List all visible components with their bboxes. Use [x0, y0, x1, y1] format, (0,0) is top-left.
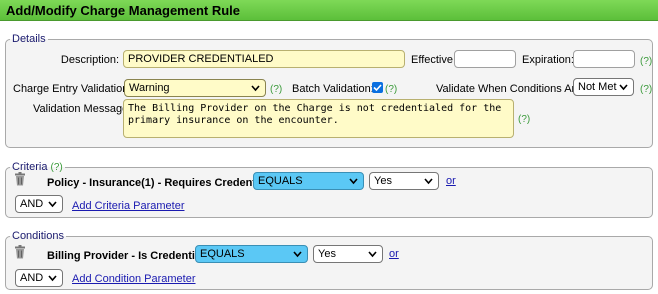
trash-icon[interactable]: [14, 245, 26, 259]
conditions-operator-select[interactable]: EQUALS: [195, 245, 308, 263]
criteria-or-link[interactable]: or: [446, 175, 456, 188]
conditions-legend: Conditions: [12, 230, 64, 242]
validation-message-input[interactable]: The Billing Provider on the Charge is no…: [123, 99, 514, 138]
criteria-conjunction-select[interactable]: AND: [15, 195, 63, 213]
trash-icon[interactable]: [14, 172, 26, 186]
chevron-down-icon: [48, 275, 57, 282]
validate-when-value: Not Met: [578, 81, 617, 93]
description-input[interactable]: PROVIDER CREDENTIALED: [123, 50, 405, 68]
add-criteria-parameter-link[interactable]: Add Criteria Parameter: [72, 200, 185, 213]
chevron-down-icon: [424, 178, 433, 185]
help-icon[interactable]: (?): [51, 162, 63, 173]
conditions-conjunction-select[interactable]: AND: [15, 269, 63, 287]
criteria-operator-value: EQUALS: [258, 175, 303, 187]
add-condition-parameter-link[interactable]: Add Condition Parameter: [72, 273, 196, 286]
criteria-value-select[interactable]: Yes: [369, 172, 439, 190]
conditions-value-value: Yes: [318, 248, 336, 260]
conditions-or-link[interactable]: or: [389, 248, 399, 261]
help-icon[interactable]: (?): [385, 84, 397, 96]
criteria-operator-select[interactable]: EQUALS: [253, 172, 364, 190]
expiration-date-input[interactable]: [573, 50, 635, 68]
charge-entry-validation-value: Warning: [129, 82, 170, 94]
validate-when-label: Validate When Conditions Are:: [436, 83, 585, 95]
checkmark-icon: [373, 84, 382, 92]
effective-date-input[interactable]: [454, 50, 516, 68]
validate-when-select[interactable]: Not Met: [573, 78, 634, 96]
batch-validation-label: Batch Validation:: [292, 83, 374, 95]
help-icon[interactable]: (?): [270, 84, 282, 96]
description-label: Description:: [60, 54, 119, 66]
help-icon[interactable]: (?): [640, 56, 652, 68]
details-legend: Details: [12, 33, 46, 45]
chevron-down-icon: [48, 201, 57, 208]
chevron-down-icon: [619, 84, 628, 91]
charge-entry-validation-label: Charge Entry Validation:: [13, 83, 132, 95]
conditions-value-select[interactable]: Yes: [313, 245, 383, 263]
chevron-down-icon: [349, 178, 358, 185]
criteria-conjunction-value: AND: [20, 198, 44, 210]
conditions-operator-value: EQUALS: [200, 248, 245, 260]
expiration-label: Expiration:: [522, 54, 574, 66]
help-icon[interactable]: (?): [518, 114, 530, 126]
chevron-down-icon: [251, 85, 260, 92]
chevron-down-icon: [293, 251, 302, 258]
conditions-conjunction-value: AND: [20, 272, 44, 284]
validation-message-label: Validation Message:: [33, 103, 132, 115]
chevron-down-icon: [368, 251, 377, 258]
page-title: Add/Modify Charge Management Rule: [0, 0, 658, 21]
effective-label: Effective:: [411, 54, 457, 66]
charge-entry-validation-select[interactable]: Warning: [124, 79, 266, 97]
help-icon[interactable]: (?): [640, 84, 652, 96]
batch-validation-checkbox[interactable]: [372, 82, 383, 93]
criteria-value-value: Yes: [374, 175, 392, 187]
